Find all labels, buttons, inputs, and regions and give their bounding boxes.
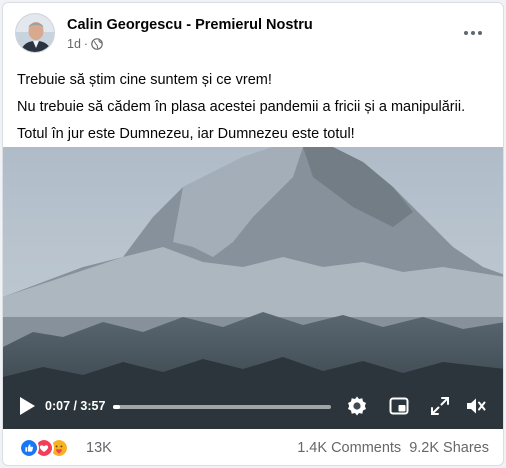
- play-icon[interactable]: [17, 395, 37, 417]
- post-time[interactable]: 1d: [67, 37, 81, 51]
- video-controls: 0:07 / 3:57: [3, 383, 503, 429]
- like-icon: [19, 438, 39, 458]
- post-text-line: Nu trebuie să cădem în plasa acestei pan…: [17, 99, 466, 115]
- reaction-icons[interactable]: [19, 438, 79, 458]
- globe-icon: [91, 38, 103, 50]
- meta-separator: ·: [83, 37, 89, 51]
- comments-count[interactable]: 1.4K Comments: [297, 440, 401, 456]
- post-meta: 1d ·: [67, 37, 103, 51]
- post-text: Trebuie să știm cine suntem și ce vrem! …: [17, 67, 493, 148]
- post-text-line: Trebuie să știm cine suntem și ce vrem!: [17, 72, 272, 88]
- reactions-count[interactable]: 13K: [86, 440, 112, 456]
- shares-count[interactable]: 9.2K Shares: [409, 440, 489, 456]
- progress-bar[interactable]: [113, 405, 331, 409]
- post-text-line: Totul în jur este Dumnezeu, iar Dumnezeu…: [17, 126, 355, 142]
- video-player[interactable]: 0:07 / 3:57: [3, 147, 503, 429]
- settings-gear-icon[interactable]: [346, 395, 368, 417]
- progress-fill: [113, 405, 120, 409]
- author-name[interactable]: Calin Georgescu - Premierul Nostru: [67, 17, 313, 33]
- fullscreen-icon[interactable]: [429, 395, 451, 417]
- video-time: 0:07 / 3:57: [45, 399, 106, 413]
- engagement-bar: 13K 1.4K Comments 9.2K Shares: [3, 429, 503, 465]
- volume-icon[interactable]: [465, 395, 487, 417]
- post-header: Calin Georgescu - Premierul Nostru 1d ·: [15, 13, 491, 57]
- picture-in-picture-icon[interactable]: [388, 395, 410, 417]
- post-card: Calin Georgescu - Premierul Nostru 1d · …: [2, 2, 504, 466]
- more-horizontal-icon[interactable]: [459, 21, 487, 45]
- engagement-stats: 1.4K Comments 9.2K Shares: [297, 440, 489, 456]
- author-avatar[interactable]: [15, 13, 55, 53]
